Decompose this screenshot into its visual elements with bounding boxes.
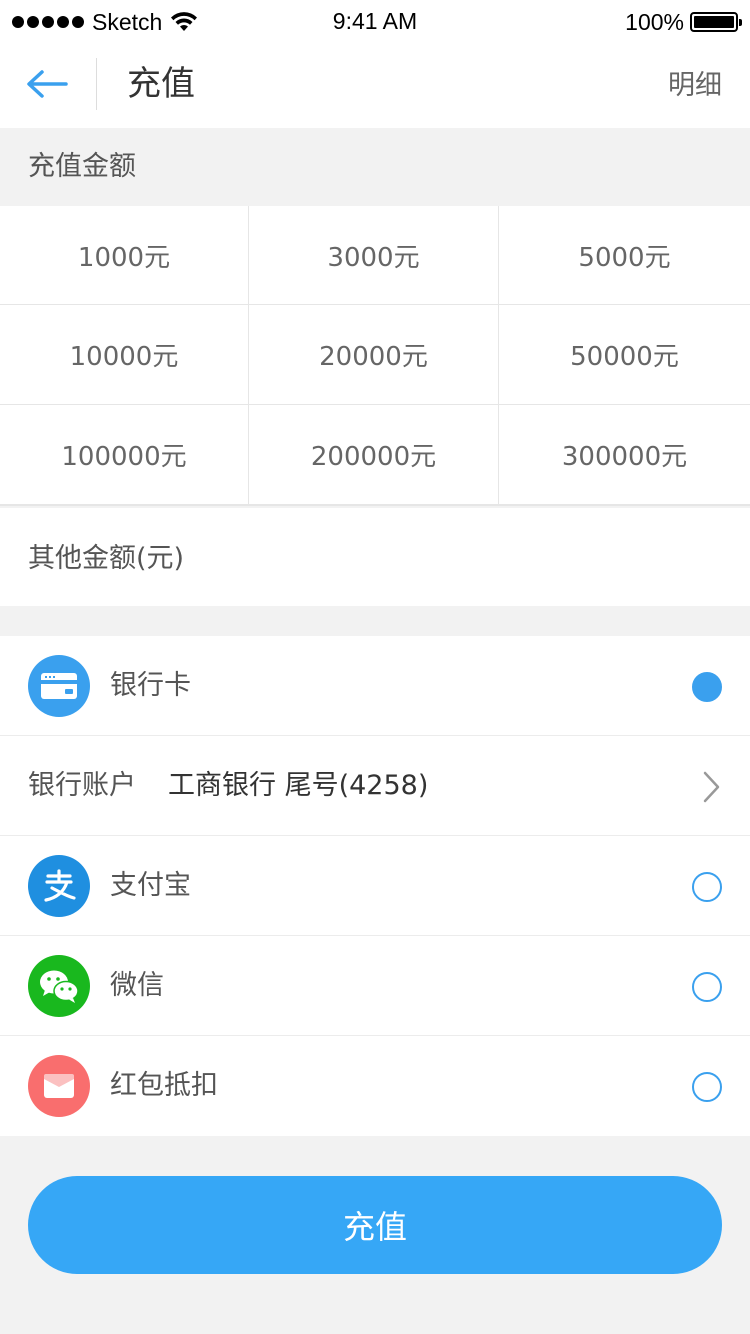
nav-bar: 充值 明细 (0, 40, 750, 128)
payment-label: 银行卡 (110, 670, 191, 701)
amount-option[interactable]: 5000元 (499, 206, 750, 304)
back-arrow-icon (27, 70, 68, 98)
payment-method-list: 银行卡 银行账户 工商银行 尾号(4258) 支付宝 微信 红包抵扣 (0, 636, 750, 1136)
wechat-icon (28, 955, 90, 1017)
amount-options-grid: 1000元 3000元 5000元 10000元 20000元 50000元 1… (0, 206, 750, 506)
amount-section-header: 充值金额 (0, 128, 750, 206)
bank-account-row[interactable]: 银行账户 工商银行 尾号(4258) (0, 736, 750, 836)
payment-option-bank-card[interactable]: 银行卡 (0, 636, 750, 736)
payment-label: 支付宝 (110, 870, 191, 901)
payment-option-wechat[interactable]: 微信 (0, 936, 750, 1036)
alipay-icon (28, 855, 90, 917)
amount-option[interactable]: 10000元 (0, 305, 248, 404)
radio-selected[interactable] (692, 672, 722, 702)
other-amount-row (0, 508, 750, 606)
amount-option[interactable]: 300000元 (499, 405, 750, 504)
envelope-icon (28, 1055, 90, 1117)
credit-card-icon (28, 655, 90, 717)
chevron-right-icon (703, 771, 720, 803)
nav-divider (96, 58, 97, 110)
back-button[interactable] (22, 62, 72, 106)
amount-option[interactable]: 3000元 (249, 206, 498, 304)
amount-section-title: 充值金额 (28, 151, 136, 182)
page-title: 充值 (127, 64, 195, 104)
detail-link[interactable]: 明细 (668, 64, 722, 108)
other-amount-input[interactable] (28, 536, 718, 580)
amount-option[interactable]: 50000元 (499, 305, 750, 404)
payment-option-alipay[interactable]: 支付宝 (0, 836, 750, 936)
bank-account-value: 工商银行 尾号(4258) (168, 770, 429, 801)
amount-option[interactable]: 1000元 (0, 206, 248, 304)
payment-label: 红包抵扣 (110, 1070, 218, 1101)
battery-icon (690, 12, 742, 32)
amount-option[interactable]: 200000元 (249, 405, 498, 504)
amount-option[interactable]: 20000元 (249, 305, 498, 404)
payment-label: 微信 (110, 970, 164, 1001)
amount-option[interactable]: 100000元 (0, 405, 248, 504)
recharge-submit-button[interactable]: 充值 (28, 1176, 722, 1274)
radio-unselected[interactable] (692, 972, 722, 1002)
bank-account-label: 银行账户 (28, 770, 136, 801)
status-bar: Sketch 9:41 AM 100% (0, 0, 750, 40)
battery-percentage: 100% (625, 8, 684, 35)
payment-option-red-packet[interactable]: 红包抵扣 (0, 1036, 750, 1136)
radio-unselected[interactable] (692, 1072, 722, 1102)
radio-unselected[interactable] (692, 872, 722, 902)
status-bar-right: 100% (625, 8, 742, 36)
